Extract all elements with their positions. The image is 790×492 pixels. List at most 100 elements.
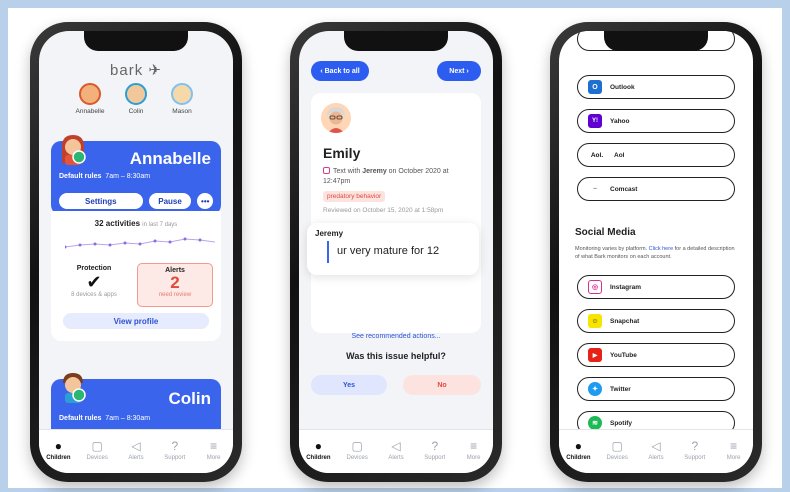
activity-count: 32 activities in last 7 days — [94, 219, 178, 228]
phone-2: ‹ Back to all Next › Emily Text with Jer… — [290, 22, 502, 482]
settings-button[interactable]: Settings — [59, 193, 143, 209]
click-here-link[interactable]: Click here — [649, 246, 673, 252]
help-icon: ? — [431, 438, 439, 453]
protection-subtitle: 8 devices & apps — [71, 292, 117, 298]
category-tag: predatory behavior — [323, 191, 386, 202]
child-mason[interactable]: Mason — [164, 83, 200, 115]
more-options-button[interactable]: ••• — [197, 193, 213, 209]
tab-devices[interactable]: ▢ Devices — [79, 439, 115, 461]
profile-name: Emily — [323, 145, 361, 161]
tab-support[interactable]: ? Support — [417, 439, 453, 461]
rules-summary: Default rules 7am – 8:30am — [59, 173, 151, 180]
back-to-all-button[interactable]: ‹ Back to all — [311, 61, 369, 81]
devices-icon: ▢ — [611, 438, 623, 453]
tab-more[interactable]: ≡ More — [196, 439, 232, 461]
bottom-tab-bar: ● Children ▢ Devices ◁ Alerts ? Support ≡ Mor… — [559, 429, 753, 473]
background-canvas: bark ✈ Annabelle Colin Mason Annabelle D… — [8, 8, 782, 488]
child-name: Colin — [128, 108, 144, 115]
protection-title: Protection — [76, 265, 112, 272]
help-icon: ? — [691, 438, 699, 453]
activity-sparkline — [65, 237, 215, 249]
avatar — [125, 83, 147, 105]
next-button[interactable]: Next › — [437, 61, 481, 81]
tab-alerts[interactable]: ◁ Alerts — [118, 439, 154, 461]
child-annabelle[interactable]: Annabelle — [72, 83, 108, 115]
dog-icon: ✈ — [148, 62, 162, 79]
child-colin[interactable]: Colin — [118, 83, 154, 115]
service-twitter[interactable]: ✦ Twitter — [577, 377, 735, 401]
annabelle-avatar — [61, 135, 86, 165]
view-profile-button[interactable]: View profile — [63, 313, 209, 329]
colin-avatar — [63, 373, 86, 403]
outlook-icon: O — [588, 80, 602, 94]
devices-icon: ▢ — [351, 438, 363, 453]
protection-summary[interactable]: Protection ✔ 8 devices & apps — [59, 265, 129, 298]
child-name-large: Annabelle — [129, 149, 211, 168]
comcast-icon: ~ — [588, 182, 602, 196]
twitter-icon: ✦ — [588, 382, 602, 396]
service-comcast[interactable]: ~ Comcast — [577, 177, 735, 201]
person-icon: ● — [54, 438, 63, 453]
tab-support[interactable]: ? Support — [677, 439, 713, 461]
service-instagram[interactable]: ◎ Instagram — [577, 275, 735, 299]
message-meta: Text with Jeremy on October 2020 at 12:4… — [323, 167, 449, 185]
aol-icon: Aol. — [588, 148, 606, 162]
yahoo-icon: Y! — [588, 114, 602, 128]
phone-notch — [344, 31, 448, 51]
person-icon: ● — [574, 438, 583, 453]
quote-bar — [327, 241, 329, 263]
service-yahoo[interactable]: Y! Yahoo — [577, 109, 735, 133]
card-actions: Settings Pause ••• — [59, 193, 213, 209]
issue-card: Emily Text with Jeremy on October 2020 a… — [307, 93, 481, 333]
see-recommended-actions-link[interactable]: See recommended actions... — [299, 333, 493, 340]
avatar — [79, 83, 101, 105]
rules-summary: Default rules 7am – 8:30am — [59, 415, 151, 422]
person-icon: ● — [314, 438, 323, 453]
emily-avatar — [321, 103, 351, 133]
service-snapchat[interactable]: ☺ Snapchat — [577, 309, 735, 333]
phone-3: O Outlook Y! Yahoo Aol. Aol ~ Comcast So… — [550, 22, 762, 482]
megaphone-icon: ◁ — [651, 438, 661, 453]
bottom-tab-bar: ● Children ▢ Devices ◁ Alerts ? Support ≡ Mor… — [39, 429, 233, 473]
tab-devices[interactable]: ▢ Devices — [599, 439, 635, 461]
message-sender: Jeremy — [315, 229, 344, 238]
message-bubble: Jeremy ur very mature for 12 — [307, 223, 479, 275]
phone-1: bark ✈ Annabelle Colin Mason Annabelle D… — [30, 22, 242, 482]
pause-button[interactable]: Pause — [148, 193, 192, 209]
megaphone-icon: ◁ — [131, 438, 141, 453]
reviewed-timestamp: Reviewed on October 15, 2020 at 1:58pm — [323, 207, 444, 214]
megaphone-icon: ◁ — [391, 438, 401, 453]
tab-children[interactable]: ● Children — [300, 439, 336, 461]
helpful-question: Was this issue helpful? — [346, 351, 446, 361]
yes-button[interactable]: Yes — [311, 375, 387, 395]
menu-icon: ≡ — [730, 438, 738, 453]
section-description: Monitoring varies by platform. Click her… — [575, 246, 735, 260]
tab-devices[interactable]: ▢ Devices — [339, 439, 375, 461]
service-aol[interactable]: Aol. Aol — [577, 143, 735, 167]
help-icon: ? — [171, 438, 179, 453]
tab-alerts[interactable]: ◁ Alerts — [638, 439, 674, 461]
avatar — [171, 83, 193, 105]
tab-children[interactable]: ● Children — [560, 439, 596, 461]
tab-more[interactable]: ≡ More — [716, 439, 752, 461]
no-button[interactable]: No — [403, 375, 481, 395]
phone-notch — [604, 31, 708, 51]
section-title: Social Media — [575, 227, 636, 238]
tab-support[interactable]: ? Support — [157, 439, 193, 461]
phone-1-screen: bark ✈ Annabelle Colin Mason Annabelle D… — [39, 31, 233, 473]
message-text: ur very mature for 12 — [337, 245, 440, 257]
tab-alerts[interactable]: ◁ Alerts — [378, 439, 414, 461]
menu-icon: ≡ — [470, 438, 478, 453]
children-switcher: Annabelle Colin Mason — [39, 83, 233, 115]
service-youtube[interactable]: ▶ YouTube — [577, 343, 735, 367]
youtube-icon: ▶ — [588, 348, 602, 362]
alerts-summary[interactable]: Alerts 2 need review — [137, 263, 213, 307]
phone-3-screen: O Outlook Y! Yahoo Aol. Aol ~ Comcast So… — [559, 31, 753, 473]
service-outlook[interactable]: O Outlook — [577, 75, 735, 99]
checkmark-icon: ✔ — [86, 272, 102, 292]
snapchat-icon: ☺ — [588, 314, 602, 328]
tab-more[interactable]: ≡ More — [456, 439, 492, 461]
devices-icon: ▢ — [91, 438, 103, 453]
tab-children[interactable]: ● Children — [40, 439, 76, 461]
bottom-tab-bar: ● Children ▢ Devices ◁ Alerts ? Support ≡ Mor… — [299, 429, 493, 473]
